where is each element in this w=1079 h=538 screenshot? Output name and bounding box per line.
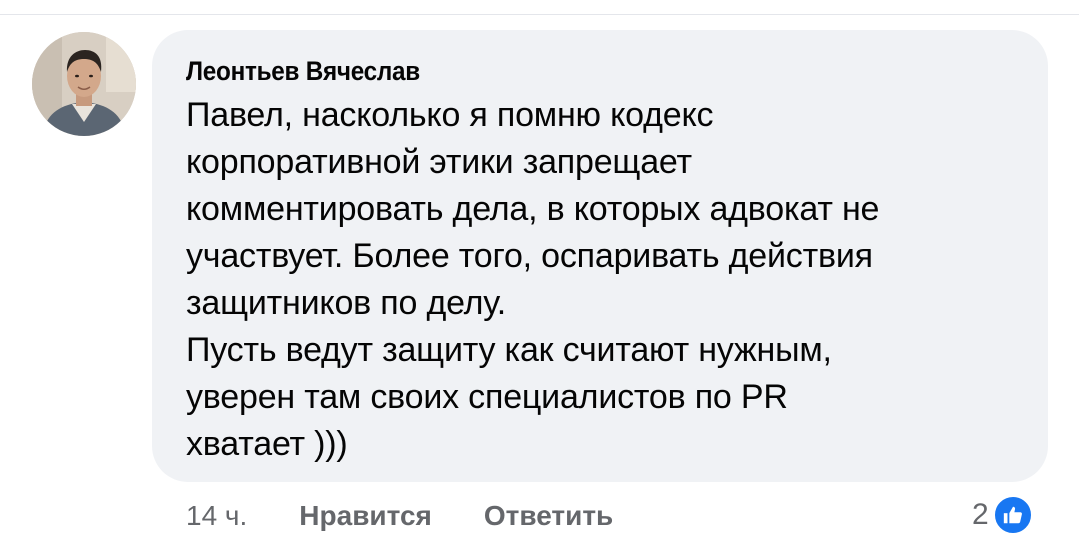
comment-timestamp[interactable]: 14 ч. [186,500,247,532]
comment-line: Павел, насколько я помню кодекс [186,96,714,134]
comment-view: Леонтьев Вячеслав Павел, насколько я пом… [0,0,1079,538]
comment-bubble: Леонтьев Вячеслав Павел, насколько я пом… [152,30,1048,482]
reactions-summary[interactable]: 2 [972,494,1033,536]
comment-line: Пусть ведут защиту как считают нужным, [186,331,832,369]
comment-line: корпоративной этики запрещает [186,143,692,181]
comment-line: участвует. Более того, оспаривать действ… [186,237,873,275]
avatar[interactable] [32,32,136,136]
comment-line: уверен там своих специалистов по PR [186,378,788,416]
comment-line: хватает ))) [186,425,348,463]
reaction-count: 2 [972,498,989,531]
comment-text: Павел, насколько я помню кодекс корпорат… [186,92,1018,468]
avatar-photo [32,32,136,136]
comment-line: комментировать дела, в которых адвокат н… [186,190,880,228]
reply-button[interactable]: Ответить [484,500,613,532]
comment-author[interactable]: Леонтьев Вячеслав [186,54,935,88]
thumbs-up-icon [992,495,1033,535]
like-button[interactable]: Нравится [299,500,432,532]
comment-actions: 14 ч. Нравится Ответить [186,496,665,536]
divider [0,14,1079,15]
comment-line: защитников по делу. [186,284,506,322]
